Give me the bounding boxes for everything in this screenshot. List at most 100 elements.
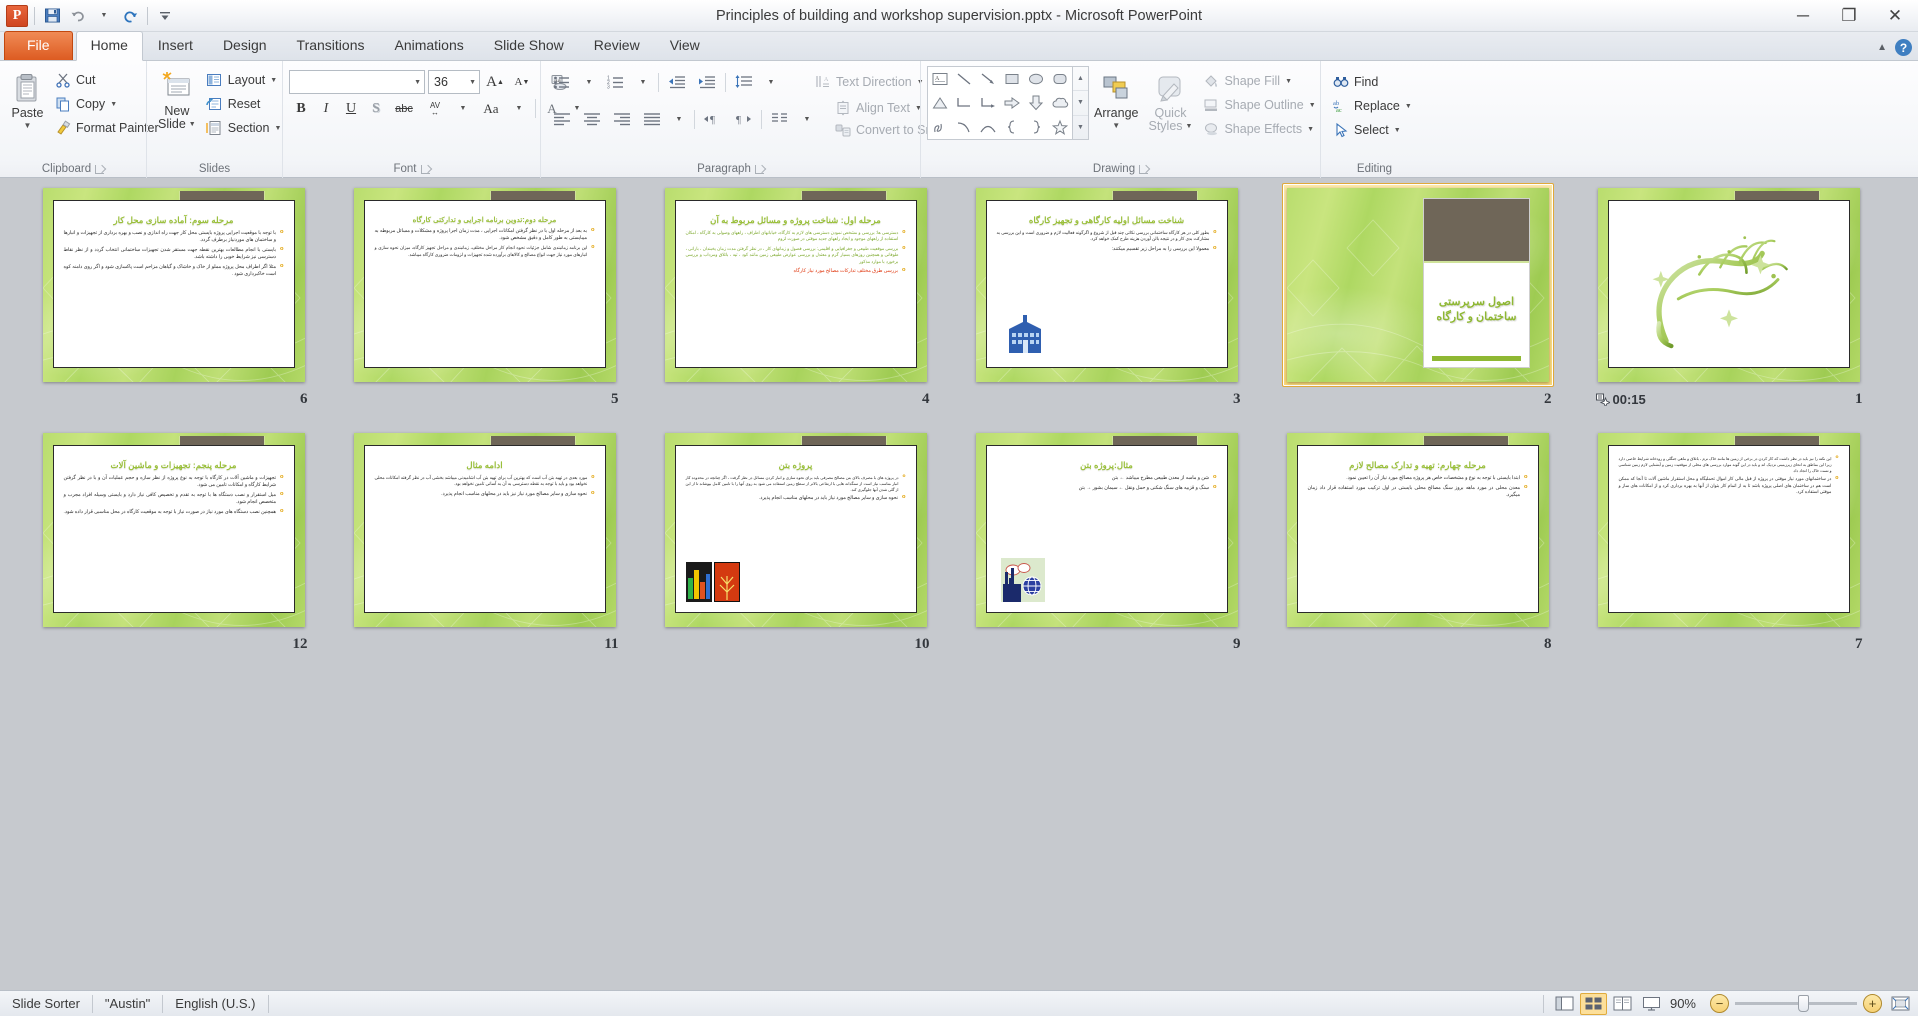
close-button[interactable]: ✕ (1872, 1, 1918, 31)
replace-button[interactable]: ab ac Replace ▼ (1327, 94, 1417, 118)
font-size-combo[interactable]: 36 ▼ (428, 70, 480, 94)
grow-font-button[interactable]: A ▲ (483, 71, 507, 94)
select-button[interactable]: Select ▼ (1327, 118, 1417, 142)
shape-fill-button[interactable]: Shape Fill ▼ (1197, 69, 1320, 93)
shapes-scroll-up-icon[interactable]: ▲ (1073, 67, 1088, 92)
slide-thumbnail-cell[interactable]: 00:15 1 (1573, 183, 1884, 428)
slide-thumbnail-cell[interactable]: مرحله اول: شناخت پروژه و مسائل مربوط به … (640, 183, 951, 428)
tab-view[interactable]: View (655, 31, 715, 60)
reset-button[interactable]: Reset (201, 92, 287, 116)
shapes-gallery[interactable]: A (927, 66, 1073, 140)
line-spacing-button[interactable] (729, 71, 759, 94)
bullets-dropdown[interactable]: ▼ (577, 71, 601, 94)
bullets-button[interactable] (547, 71, 577, 94)
change-case-button[interactable]: Aa (476, 97, 506, 120)
powerpoint-logo-icon[interactable]: P (5, 4, 29, 28)
font-name-dropdown-icon[interactable]: ▼ (414, 79, 421, 86)
slide-thumbnail-frame[interactable]: مرحله پنجم: تجهیزات و ماشین آلات o تجهیز… (38, 428, 310, 632)
customize-qat-icon[interactable] (153, 4, 177, 28)
zoom-track[interactable] (1735, 995, 1857, 1012)
paste-button[interactable]: Paste ▼ (6, 64, 49, 133)
zoom-out-button[interactable]: − (1710, 994, 1729, 1013)
character-spacing-dropdown[interactable]: ▼ (451, 97, 475, 120)
underline-button[interactable]: U (339, 97, 363, 120)
ltr-direction-button[interactable]: ¶ (698, 108, 728, 131)
status-language[interactable]: English (U.S.) (163, 991, 267, 1016)
align-right-button[interactable] (607, 108, 637, 131)
slide-thumbnail-frame[interactable]: اصول سرپرستی ساختمان و کارگاه (1281, 183, 1554, 387)
status-theme-name[interactable]: "Austin" (93, 991, 162, 1016)
numbering-button[interactable]: 123 (601, 71, 631, 94)
slide-preview[interactable]: مرحله چهارم: تهیه و تدارک مصالح لازم o ا… (1286, 433, 1549, 627)
decrease-indent-button[interactable] (662, 71, 692, 94)
columns-dropdown[interactable]: ▼ (795, 108, 819, 131)
slide-preview[interactable] (1597, 188, 1860, 382)
slide-thumbnail-frame[interactable]: مرحله سوم: آماده سازی محل کار o با توجه … (38, 183, 310, 387)
slide-thumbnail-cell[interactable]: پروژه بتن o در پروژه های با مصرف بالای ب… (640, 428, 951, 673)
paste-dropdown-icon[interactable]: ▼ (24, 122, 32, 130)
fit-slide-to-window-button[interactable] (1888, 994, 1912, 1014)
shape-outline-dropdown-icon[interactable]: ▼ (1309, 102, 1316, 109)
text-shadow-button[interactable]: S (364, 97, 388, 120)
redo-icon[interactable] (118, 4, 142, 28)
slide-thumbnail-cell[interactable]: شناخت مسائل اولیه کارگاهی و تجهیز کارگاه… (951, 183, 1262, 428)
undo-dropdown-icon[interactable]: ▼ (92, 4, 116, 28)
slide-thumbnail-frame[interactable]: ادامه مثال o مورد بعدی در تهیه بتن آب اس… (349, 428, 621, 632)
slide-preview[interactable]: ادامه مثال o مورد بعدی در تهیه بتن آب اس… (353, 433, 616, 627)
zoom-percent-label[interactable]: 90% (1666, 996, 1704, 1011)
tab-insert[interactable]: Insert (143, 31, 208, 60)
replace-dropdown-icon[interactable]: ▼ (1405, 103, 1412, 110)
quick-styles-dropdown-icon[interactable]: ▼ (1186, 120, 1193, 133)
minimize-button[interactable]: ─ (1780, 1, 1826, 31)
drawing-dialog-launcher-icon[interactable] (1139, 165, 1149, 174)
zoom-slider[interactable]: − + (1710, 994, 1882, 1013)
tab-file[interactable]: File (4, 31, 73, 60)
tab-home[interactable]: Home (75, 31, 143, 61)
undo-icon[interactable] (66, 4, 90, 28)
zoom-in-button[interactable]: + (1863, 994, 1882, 1013)
restore-button[interactable]: ❐ (1826, 1, 1872, 31)
paragraph-dialog-launcher-icon[interactable] (754, 165, 764, 174)
copy-dropdown-icon[interactable]: ▼ (110, 101, 117, 108)
slide-thumbnail-cell[interactable]: مرحله پنجم: تجهیزات و ماشین آلات o تجهیز… (18, 428, 329, 673)
view-slide-show-button[interactable] (1638, 993, 1665, 1015)
slide-preview[interactable]: پروژه بتن o در پروژه های با مصرف بالای ب… (664, 433, 927, 627)
shape-fill-dropdown-icon[interactable]: ▼ (1285, 78, 1292, 85)
view-reading-button[interactable] (1609, 993, 1636, 1015)
slide-thumbnail-cell[interactable]: ادامه مثال o مورد بعدی در تهیه بتن آب اس… (329, 428, 640, 673)
slide-preview[interactable]: مثال:پروژه بتن o شن و ماسه از معدن طبیعی… (975, 433, 1238, 627)
slide-preview[interactable]: o این نکته را نیز باید در نظر داشت که کا… (1597, 433, 1860, 627)
view-slide-sorter-button[interactable] (1580, 992, 1607, 1015)
columns-button[interactable] (765, 108, 795, 131)
quick-styles-button[interactable]: Quick Styles ▼ (1143, 64, 1197, 136)
help-icon[interactable]: ? (1895, 39, 1912, 56)
slide-thumbnail-frame[interactable]: شناخت مسائل اولیه کارگاهی و تجهیز کارگاه… (971, 183, 1243, 387)
view-normal-button[interactable] (1551, 993, 1578, 1015)
slide-sorter-workspace[interactable]: مرحله سوم: آماده سازی محل کار o با توجه … (0, 178, 1918, 990)
slide-thumbnail-frame[interactable]: مرحله دوم:تدوین برنامه اجرایی و تدارکتی … (349, 183, 621, 387)
slide-thumbnail-cell[interactable]: مثال:پروژه بتن o شن و ماسه از معدن طبیعی… (951, 428, 1262, 673)
line-spacing-dropdown[interactable]: ▼ (759, 71, 783, 94)
tab-design[interactable]: Design (208, 31, 282, 60)
slide-thumbnail-frame[interactable]: مرحله چهارم: تهیه و تدارک مصالح لازم o ا… (1282, 428, 1554, 632)
tab-review[interactable]: Review (579, 31, 655, 60)
slide-preview[interactable]: مرحله اول: شناخت پروژه و مسائل مربوط به … (664, 188, 927, 382)
slide-transition-timing[interactable]: 00:15 (1595, 392, 1646, 407)
new-slide-button[interactable]: New Slide ▼ (153, 64, 201, 134)
select-dropdown-icon[interactable]: ▼ (1394, 127, 1401, 134)
find-button[interactable]: Find (1327, 70, 1417, 94)
section-dropdown-icon[interactable]: ▼ (274, 125, 281, 132)
change-case-dropdown[interactable]: ▼ (507, 97, 531, 120)
slide-preview[interactable]: اصول سرپرستی ساختمان و کارگاه (1286, 188, 1549, 382)
italic-button[interactable]: I (314, 97, 338, 120)
slide-preview[interactable]: مرحله پنجم: تجهیزات و ماشین آلات o تجهیز… (42, 433, 305, 627)
slide-thumbnail-cell[interactable]: مرحله سوم: آماده سازی محل کار o با توجه … (18, 183, 329, 428)
slide-thumbnail-cell[interactable]: مرحله دوم:تدوین برنامه اجرایی و تدارکتی … (329, 183, 640, 428)
slide-thumbnail-frame[interactable]: مثال:پروژه بتن o شن و ماسه از معدن طبیعی… (971, 428, 1243, 632)
shapes-scroll-down-icon[interactable]: ▼ (1073, 91, 1088, 116)
slide-thumbnail-cell[interactable]: مرحله چهارم: تهیه و تدارک مصالح لازم o ا… (1262, 428, 1573, 673)
text-direction-button[interactable]: A Text Direction ▼ (809, 70, 929, 94)
slide-preview[interactable]: شناخت مسائل اولیه کارگاهی و تجهیز کارگاه… (975, 188, 1238, 382)
clipboard-dialog-launcher-icon[interactable] (95, 165, 105, 174)
increase-indent-button[interactable] (692, 71, 722, 94)
